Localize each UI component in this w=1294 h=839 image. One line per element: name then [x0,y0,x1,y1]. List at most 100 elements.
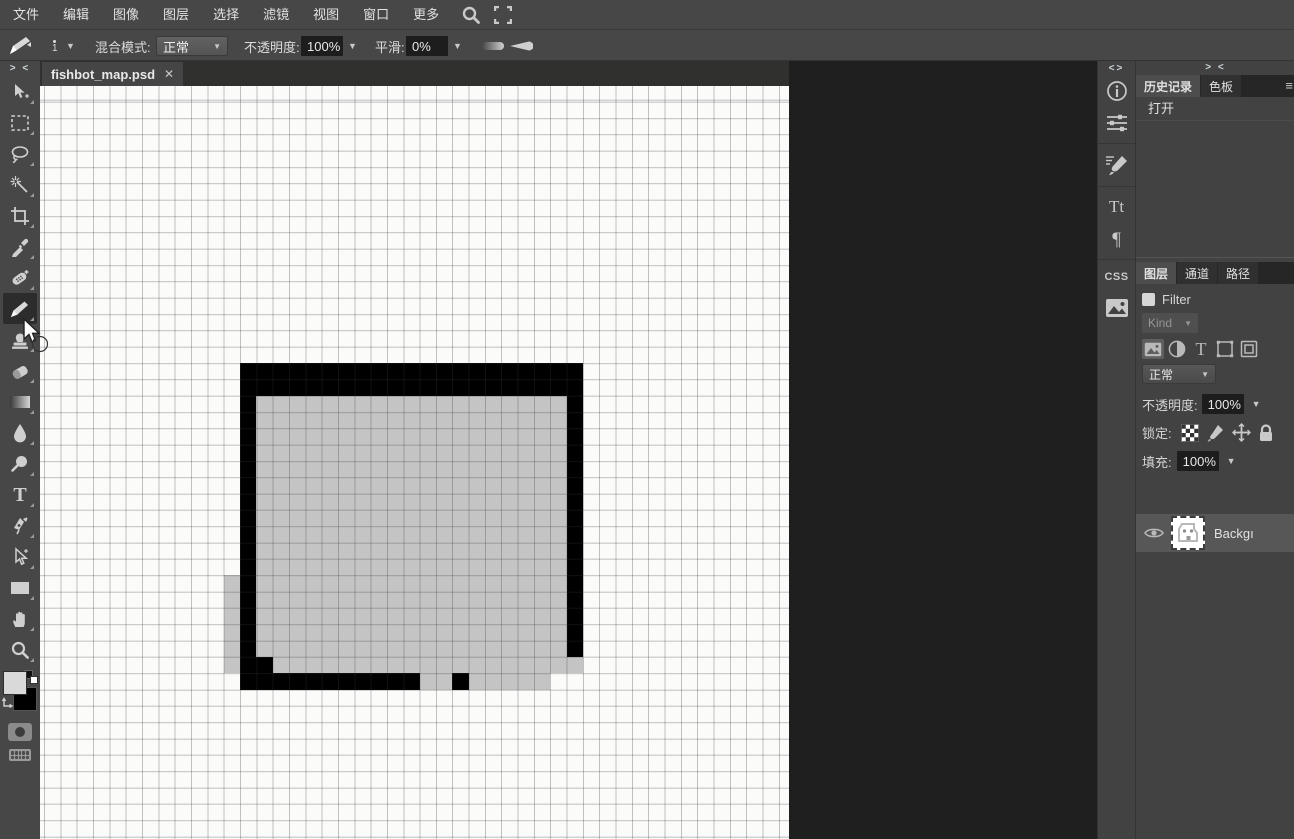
tool-eraser[interactable] [3,355,37,386]
tool-type[interactable]: T [3,479,37,510]
pixel-cell [485,592,501,608]
document-tab[interactable]: fishbot_map.psd ✕ [42,62,183,86]
menu-select[interactable]: 选择 [202,0,250,30]
opacity-input[interactable]: 100% [301,31,343,61]
quick-mask-icon[interactable] [8,723,32,741]
menu-more[interactable]: 更多 [402,0,450,30]
tool-rectangle[interactable] [3,572,37,603]
tab-swatches[interactable]: 色板 [1201,75,1241,97]
panel-menu-icon[interactable]: ≡ [1285,78,1293,93]
pixel-cell [338,363,354,379]
tab-history[interactable]: 历史记录 [1136,75,1200,97]
smoothing-input[interactable]: 0% [406,31,448,61]
menu-layer[interactable]: 图层 [152,0,200,30]
adjustments-icon[interactable] [1098,106,1136,140]
pixel-cell [518,510,534,526]
opacity-arrow[interactable]: ▼ [348,31,357,61]
kind-select[interactable]: Kind▼ [1142,313,1198,333]
active-tool-icon[interactable] [8,31,34,61]
tab-paths[interactable]: 路径 [1218,262,1258,284]
menu-file[interactable]: 文件 [2,0,50,30]
layer-opacity-input[interactable]: 100% [1202,394,1244,414]
panel-collapse-icon[interactable]: > < [1136,61,1294,75]
pressure-opacity-icon[interactable] [481,31,505,61]
brush-picker-arrow[interactable]: ▼ [66,31,75,61]
info-icon[interactable] [1098,76,1136,106]
filter-image-icon[interactable] [1142,339,1164,359]
fill-input[interactable]: 100% [1177,451,1219,471]
fullscreen-icon[interactable] [488,0,518,30]
paragraph-panel-icon[interactable]: ¶ [1098,224,1136,256]
layer-opacity-arrow[interactable]: ▼ [1252,399,1261,409]
tool-move[interactable] [3,76,37,107]
menu-image[interactable]: 图像 [102,0,150,30]
character-panel-icon[interactable]: Tt [1098,190,1136,224]
pixel-cell [224,363,240,379]
search-icon[interactable] [456,0,486,30]
pressure-size-icon[interactable] [509,31,533,61]
tool-dodge[interactable] [3,448,37,479]
pixel-cell [387,477,403,493]
layer-row[interactable]: Backgı [1136,514,1294,552]
tool-blur[interactable] [3,417,37,448]
pixel-cell [240,412,256,428]
filter-adjustment-icon[interactable] [1166,339,1188,359]
tool-magic-wand[interactable] [3,169,37,200]
tool-eyedropper[interactable] [3,231,37,262]
tool-path-select[interactable] [3,541,37,572]
tool-clone-stamp[interactable] [3,324,37,355]
pixel-cell [387,379,403,395]
canvas-document[interactable] [40,86,789,839]
pixel-cell [273,379,289,395]
pixel-cell [305,445,321,461]
tab-channels[interactable]: 通道 [1177,262,1217,284]
tool-lasso[interactable] [3,138,37,169]
menu-view[interactable]: 视图 [302,0,350,30]
menu-window[interactable]: 窗口 [352,0,400,30]
brush-size-preview[interactable]: 1 [52,31,58,61]
css-panel-icon[interactable]: CSS [1098,263,1136,291]
pixel-cell [305,510,321,526]
close-icon[interactable]: ✕ [164,67,174,81]
history-item-open[interactable]: 打开 [1136,97,1294,121]
swap-colors-icon[interactable] [1,697,15,718]
tool-pencil[interactable] [3,293,37,324]
lock-position-icon[interactable] [1232,423,1251,442]
tool-pen[interactable] [3,510,37,541]
layer-blend-select[interactable]: 正常▼ [1142,364,1216,384]
lock-all-icon[interactable] [1258,424,1274,442]
keyboard-shortcuts-icon[interactable] [9,749,31,761]
color-swatch-widget [0,669,40,717]
tool-marquee[interactable] [3,107,37,138]
menu-edit[interactable]: 编辑 [52,0,100,30]
pixel-art [224,363,583,690]
tool-hand[interactable] [3,603,37,634]
pixel-cell [550,641,566,657]
lock-paint-icon[interactable] [1206,424,1225,442]
image-panel-icon[interactable] [1098,291,1136,325]
pixel-cell [550,428,566,444]
pixel-cell [371,608,387,624]
filter-smart-icon[interactable] [1214,339,1236,359]
pixel-cell [371,445,387,461]
menu-filter[interactable]: 滤镜 [252,0,300,30]
tool-zoom[interactable] [3,634,37,665]
tool-crop[interactable] [3,200,37,231]
blend-mode-select[interactable]: 正常▼ [156,31,228,61]
strip-collapse-icon[interactable]: <> [1109,61,1125,76]
layer-visibility-eye-icon[interactable] [1144,526,1164,540]
brush-settings-icon[interactable] [1098,147,1136,183]
tool-gradient[interactable] [3,386,37,417]
tool-heal[interactable] [3,262,37,293]
pixel-cell [338,461,354,477]
filter-checkbox[interactable] [1142,293,1155,306]
smoothing-arrow[interactable]: ▼ [453,31,462,61]
tab-layers[interactable]: 图层 [1136,262,1176,284]
filter-type-icon[interactable]: T [1190,339,1212,359]
foreground-color-swatch[interactable] [3,671,27,695]
fill-arrow[interactable]: ▼ [1227,456,1236,466]
filter-frame-icon[interactable] [1238,339,1260,359]
lock-transparency-icon[interactable] [1181,424,1199,442]
toolbar-collapse-icon[interactable]: > < [10,61,30,76]
layer-thumbnail[interactable] [1171,516,1205,550]
